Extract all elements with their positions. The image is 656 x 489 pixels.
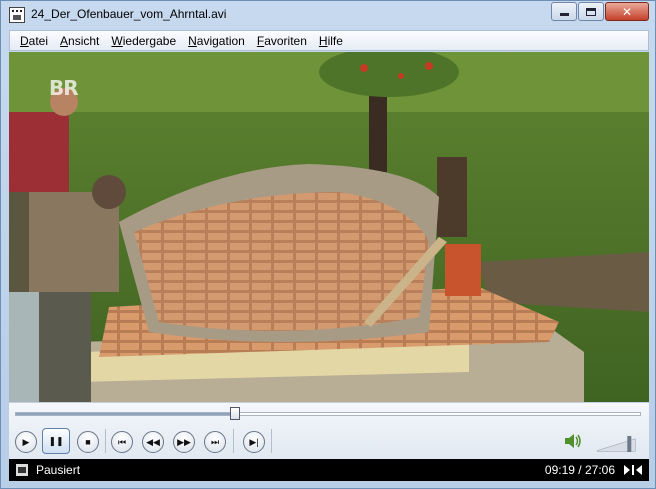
status-bar: Pausiert 09:19 / 27:06 [9, 459, 649, 481]
fast-forward-icon: ▶▶ [177, 436, 191, 447]
previous-icon: ⏮ [117, 436, 127, 447]
channel-logo: BR [49, 76, 79, 100]
rewind-icon: ◀◀ [146, 436, 160, 447]
menu-bar: Datei Ansicht Wiedergabe Navigation Favo… [9, 30, 649, 51]
rewind-button[interactable]: ◀◀ [142, 431, 164, 453]
menu-navigation[interactable]: Navigation [182, 34, 251, 48]
playback-status: Pausiert [36, 463, 81, 477]
minimize-icon [559, 13, 569, 16]
seek-progress [16, 413, 236, 415]
separator [105, 429, 106, 453]
seek-thumb[interactable] [230, 407, 241, 420]
volume-slider[interactable] [595, 433, 641, 453]
close-button[interactable]: ✕ [605, 2, 649, 21]
video-scene [9, 52, 649, 402]
media-player-window: 24_Der_Ofenbauer_vom_Ahrntal.avi ✕ Datei… [0, 0, 656, 489]
video-frame[interactable]: BR [9, 52, 649, 402]
fast-forward-button[interactable]: ▶▶ [173, 431, 195, 453]
speaker-icon[interactable] [563, 432, 583, 450]
pause-button[interactable]: ❚❚ [42, 428, 70, 454]
next-button[interactable]: ⏭ [204, 431, 226, 453]
total-time: 27:06 [584, 463, 615, 477]
menu-ansicht[interactable]: Ansicht [54, 34, 105, 48]
maximize-button[interactable] [578, 2, 604, 21]
media-player-app-icon[interactable] [9, 7, 25, 23]
window-controls: ✕ [550, 2, 649, 21]
play-icon: ▶ [22, 436, 30, 447]
time-display: 09:19 / 27:06 [545, 463, 615, 477]
menu-favoriten[interactable]: Favoriten [251, 34, 313, 48]
menu-hilfe[interactable]: Hilfe [313, 34, 349, 48]
switch-view-icon[interactable] [623, 463, 643, 477]
menu-wiedergabe[interactable]: Wiedergabe [105, 34, 182, 48]
pause-icon: ❚❚ [48, 435, 64, 446]
menu-datei[interactable]: Datei [14, 34, 54, 48]
stop-button[interactable]: ■ [77, 431, 99, 453]
close-icon: ✕ [621, 4, 633, 19]
stop-icon: ■ [85, 437, 91, 447]
previous-button[interactable]: ⏮ [111, 431, 133, 453]
title-bar[interactable]: 24_Der_Ofenbauer_vom_Ahrntal.avi ✕ [1, 1, 655, 29]
seek-bar[interactable] [15, 407, 641, 420]
next-icon: ⏭ [210, 436, 220, 447]
maximize-icon [586, 7, 596, 16]
separator [271, 429, 272, 453]
film-icon [16, 464, 28, 476]
play-button[interactable]: ▶ [15, 431, 37, 453]
window-title: 24_Der_Ofenbauer_vom_Ahrntal.avi [31, 7, 227, 21]
time-separator: / [574, 463, 585, 477]
separator [233, 429, 234, 453]
elapsed-time: 09:19 [544, 463, 575, 477]
minimize-button[interactable] [551, 2, 577, 21]
volume-thumb[interactable] [627, 436, 632, 452]
playback-controls: ▶ ❚❚ ■ ⏮ ◀◀ ▶▶ ⏭ ▶| [9, 402, 649, 459]
frame-step-button[interactable]: ▶| [243, 431, 265, 453]
frame-step-icon: ▶| [249, 436, 259, 447]
